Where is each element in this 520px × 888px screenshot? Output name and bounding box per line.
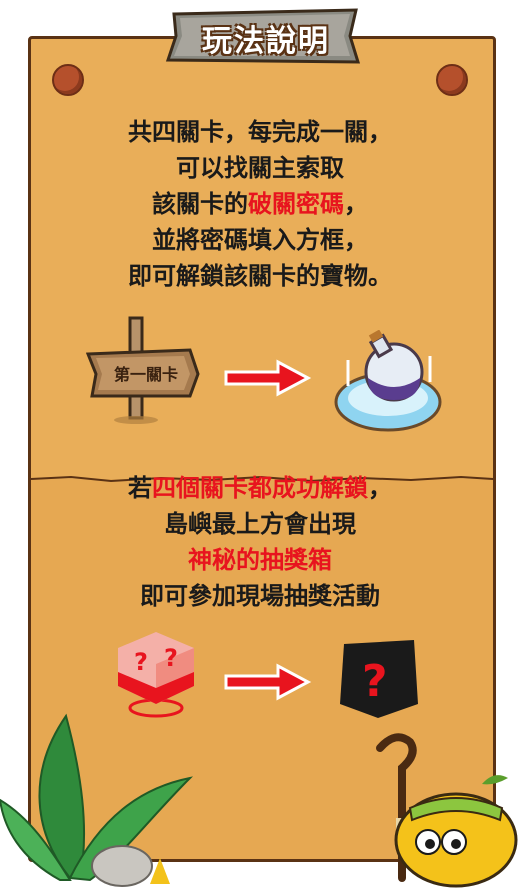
sign-label: 第一關卡	[113, 365, 178, 384]
potion-treasure-icon	[334, 330, 442, 432]
svg-text:?: ?	[362, 656, 388, 707]
page-title: 玩法說明	[202, 24, 330, 59]
intro-line-2: 可以找關主索取	[176, 154, 344, 182]
nail-right	[436, 64, 468, 96]
bonus-line-1-post: ，	[368, 474, 392, 502]
bonus-text: 若四個關卡都成功解鎖， 島嶼最上方會出現 神秘的抽獎箱 即可參加現場抽獎活動	[60, 470, 460, 614]
arrow-right-icon	[224, 359, 312, 397]
intro-line-4: 並將密碼填入方框，	[152, 226, 368, 254]
bonus-line-4: 即可參加現場抽獎活動	[140, 582, 380, 610]
bonus-highlight-all-levels: 四個關卡都成功解鎖	[152, 474, 368, 502]
intro-highlight-password: 破關密碼	[248, 190, 344, 218]
arrow-right-icon	[224, 663, 312, 701]
intro-line-5: 即可解鎖該關卡的寶物。	[128, 262, 392, 290]
plant-leaves-icon	[0, 713, 194, 887]
intro-line-3-post: ，	[344, 190, 368, 218]
mascot-icon	[394, 775, 518, 888]
nail-left	[52, 64, 84, 96]
mystery-box-icon: ?	[340, 640, 418, 718]
bonus-line-1-pre: 若	[128, 474, 152, 502]
intro-line-1: 共四關卡，每完成一關，	[128, 118, 392, 146]
intro-line-3: 該關卡的破關密碼，	[60, 186, 460, 222]
svg-text:?: ?	[164, 644, 178, 672]
intro-line-3-pre: 該關卡的	[152, 190, 248, 218]
svg-text:?: ?	[134, 648, 148, 676]
bonus-line-1: 若四個關卡都成功解鎖，	[60, 470, 460, 506]
bonus-highlight-mystery-box: 神秘的抽獎箱	[188, 546, 332, 574]
intro-text: 共四關卡，每完成一關， 可以找關主索取 該關卡的破關密碼， 並將密碼填入方框， …	[60, 114, 460, 294]
bonus-line-2: 島嶼最上方會出現	[164, 510, 356, 538]
